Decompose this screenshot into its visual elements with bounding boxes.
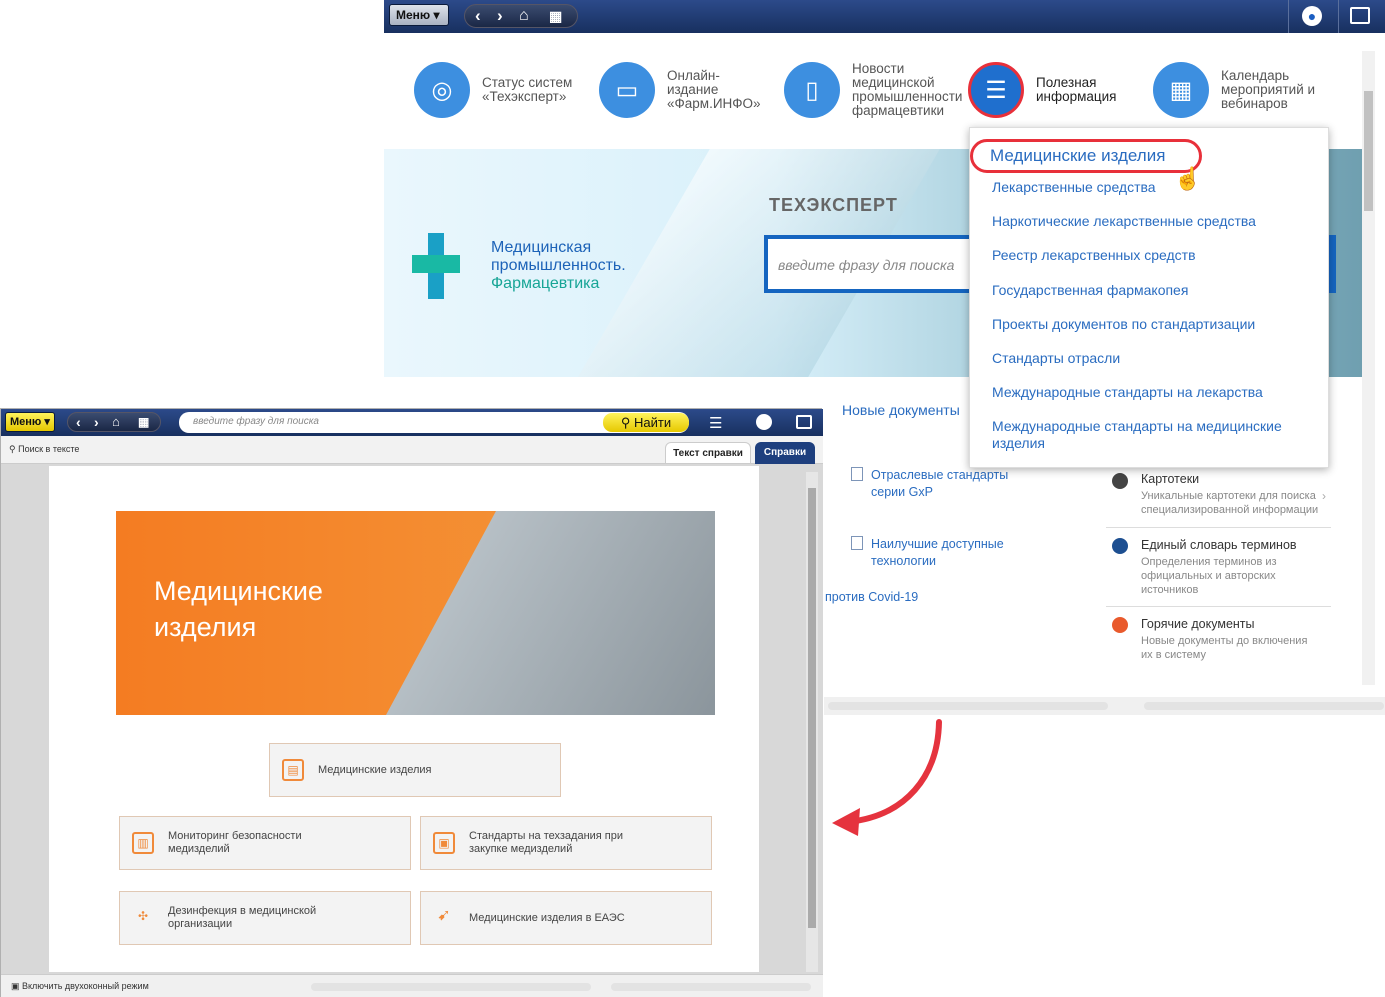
forward-icon[interactable]: ›	[94, 413, 99, 431]
hamburger-menu-icon[interactable]: ☰	[709, 414, 722, 432]
dropdown-item[interactable]: Государственная фармакопея	[992, 282, 1312, 299]
side-item-title: Горячие документы	[1141, 617, 1255, 631]
nav-pill: ‹ › ⌂ ▦	[464, 4, 578, 28]
side-item-title: Картотеки	[1141, 472, 1200, 486]
tile-eaeu[interactable]: ➹ Медицинские изделия в ЕАЭС	[420, 891, 712, 945]
nav-item-farminfo[interactable]: ▭ Онлайн-издание «Фарм.ИНФО»	[599, 62, 767, 118]
dropdown-item[interactable]: Лекарственные средства	[992, 179, 1312, 196]
dropdown-item[interactable]: Реестр лекарственных средств	[992, 247, 1312, 264]
back-icon[interactable]: ‹	[475, 5, 481, 27]
side-item-desc: Новые документы до включения их в систем…	[1141, 635, 1308, 661]
dropdown-item[interactable]: Проекты документов по стандартизации	[992, 316, 1312, 333]
divider	[1106, 606, 1331, 607]
nav-pill: ‹ › ⌂ ▦	[67, 412, 161, 432]
tile-med-devices[interactable]: ▤ Медицинские изделия	[269, 743, 561, 797]
banner-search-input[interactable]: введите фразу для поиска	[764, 235, 974, 293]
side-item-title: Единый словарь терминов	[1141, 538, 1297, 552]
new-docs-label[interactable]: Новые документы	[842, 402, 960, 418]
tile-monitoring[interactable]: ▥ Мониторинг безопасности медизделий	[119, 816, 411, 870]
home-icon[interactable]: ⌂	[519, 5, 529, 27]
useful-info-dropdown: Медицинские изделия ☝ Лекарственные сред…	[969, 127, 1329, 468]
side-item-hot-docs[interactable]: Горячие документы Новые документы до вкл…	[1141, 617, 1321, 662]
transition-arrow-icon	[832, 719, 942, 836]
dropdown-item[interactable]: Международные стандарты на медицинские и…	[992, 418, 1292, 452]
hot-docs-icon	[1112, 617, 1128, 633]
user-icon[interactable]: ●	[1302, 6, 1322, 26]
doc-link-gxp[interactable]: Отраслевые стандарты серии GxP	[871, 467, 1041, 501]
card-index-icon	[1112, 473, 1128, 489]
dropdown-item[interactable]: Международные стандарты на лекарства	[992, 384, 1312, 401]
doc-frame: Медицинские изделия ▤ Медицинские издели…	[1, 464, 823, 974]
message-icon[interactable]	[1350, 7, 1370, 24]
tab-references[interactable]: Справки	[755, 442, 815, 464]
device-icon: ▤	[282, 759, 304, 781]
covid-link[interactable]: против Covid-19	[825, 589, 918, 606]
top-toolbar: Меню ▾ ‹ › ⌂ ▦ ●	[384, 0, 1385, 33]
dropdown-item[interactable]: Наркотические лекарственные средства	[992, 213, 1312, 230]
hero-image: Медицинские изделия	[116, 511, 715, 715]
doc-icon	[851, 536, 863, 550]
calendar-icon: ▦	[1153, 62, 1209, 118]
nav-item-news[interactable]: ▯ Новости медицинской промышленности фар…	[784, 62, 972, 118]
dropdown-item-med-devices[interactable]: Медицинские изделия	[990, 147, 1310, 164]
tile-disinfection[interactable]: ✣ Дезинфекция в медицинской организации	[119, 891, 411, 945]
back-icon[interactable]: ‹	[76, 413, 81, 431]
dropdown-item[interactable]: Стандарты отрасли	[992, 350, 1312, 367]
forward-icon[interactable]: ›	[497, 5, 503, 27]
side-item-desc: Определения терминов из официальных и ав…	[1141, 556, 1277, 596]
dual-window-toggle[interactable]: ▣ Включить двухоконный режим	[11, 981, 149, 992]
status-bar: ▣ Включить двухоконный режим	[1, 974, 823, 997]
side-item-dictionary[interactable]: Единый словарь терминов Определения терм…	[1141, 538, 1321, 597]
search-in-text[interactable]: ⚲ Поиск в тексте	[9, 444, 79, 455]
nav-item-status[interactable]: ◎ Статус систем «Техэксперт»	[414, 62, 592, 118]
menu-button[interactable]: Меню ▾	[389, 4, 449, 26]
monitor-icon: ▭	[599, 62, 655, 118]
nav-item-calendar[interactable]: ▦ Календарь мероприятий и вебинаров	[1153, 62, 1321, 118]
info-list-icon: ☰	[968, 62, 1024, 118]
techexpert-logo: ТЕХЭКСПЕРТ	[769, 195, 898, 215]
eaeu-icon: ➹	[437, 907, 451, 924]
rg-logo-icon: ◎	[414, 62, 470, 118]
find-button[interactable]: ⚲ Найти	[603, 413, 689, 432]
message-icon[interactable]	[796, 415, 812, 429]
side-item-desc: Уникальные картотеки для поиска специали…	[1141, 490, 1319, 516]
apps-grid-icon[interactable]: ▦	[549, 5, 562, 27]
search-edge	[1328, 235, 1336, 293]
medical-cross-icon	[412, 233, 460, 299]
doc-page: Медицинские изделия ▤ Медицинские издели…	[49, 466, 759, 972]
disinfection-icon: ✣	[137, 909, 149, 923]
dictionary-icon	[1112, 538, 1128, 554]
nav-item-useful-info[interactable]: ☰ Полезная информация	[968, 62, 1136, 118]
divider	[1288, 0, 1289, 33]
hero-title: Медицинские изделия	[154, 576, 323, 642]
status-bar	[824, 697, 1385, 715]
document-window: Меню ▾ ‹ › ⌂ ▦ введите фразу для поиска …	[0, 408, 823, 997]
chevron-right-icon[interactable]: ›	[1322, 489, 1326, 503]
tab-help-text[interactable]: Текст справки	[665, 442, 751, 464]
apps-grid-icon[interactable]: ▦	[138, 413, 149, 431]
clipboard-icon: ▣	[433, 832, 455, 854]
menu-button[interactable]: Меню ▾	[5, 412, 55, 432]
doc-subbar: ⚲ Поиск в тексте Текст справки Справки	[1, 436, 823, 464]
tile-standards[interactable]: ▣ Стандарты на техзадания при закупке ме…	[420, 816, 712, 870]
banner-title: Медицинская промышленность. Фармацевтика	[491, 239, 626, 292]
monitoring-icon: ▥	[132, 832, 154, 854]
divider	[1338, 0, 1339, 33]
doc-icon	[851, 467, 863, 481]
side-item-card-index[interactable]: Картотеки Уникальные картотеки для поиск…	[1141, 472, 1321, 517]
scrollbar[interactable]	[806, 472, 818, 972]
home-icon[interactable]: ⌂	[112, 413, 120, 431]
doc-link-best-tech[interactable]: Наилучшие доступные технологии	[871, 536, 1021, 570]
doc-toolbar: Меню ▾ ‹ › ⌂ ▦ введите фразу для поиска …	[1, 409, 823, 436]
scrollbar[interactable]	[1362, 51, 1375, 685]
user-icon[interactable]	[756, 414, 772, 430]
divider	[1106, 527, 1331, 528]
document-icon: ▯	[784, 62, 840, 118]
